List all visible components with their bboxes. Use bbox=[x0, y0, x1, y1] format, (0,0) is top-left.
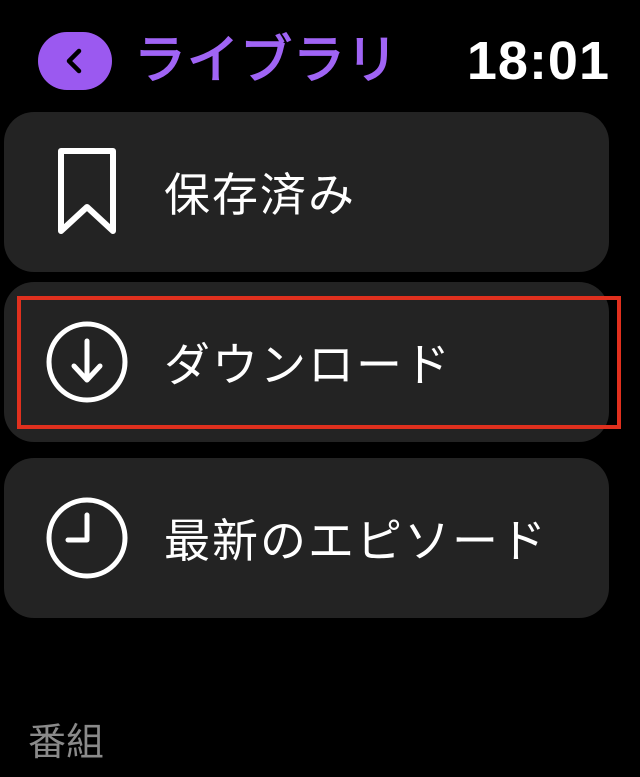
menu-item-label: 最新のエピソード bbox=[164, 514, 548, 568]
chevron-left-icon bbox=[60, 46, 90, 76]
download-circle-icon bbox=[44, 319, 130, 405]
menu-item-label: 保存済み bbox=[164, 168, 356, 222]
bookmark-icon bbox=[44, 148, 130, 235]
page-title: ライブラリ bbox=[134, 31, 400, 91]
clock: 18:01 bbox=[466, 31, 610, 91]
header: ライブラリ 18:01 bbox=[0, 0, 640, 110]
clock-icon bbox=[44, 495, 130, 581]
menu-item-saved[interactable]: 保存済み bbox=[4, 112, 609, 272]
back-button[interactable] bbox=[38, 32, 112, 90]
menu-item-label: ダウンロード bbox=[164, 338, 452, 392]
menu-item-latest-episodes[interactable]: 最新のエピソード bbox=[4, 458, 609, 618]
menu-item-download[interactable]: ダウンロード bbox=[4, 282, 609, 442]
section-title-programs: 番組 bbox=[28, 720, 105, 764]
